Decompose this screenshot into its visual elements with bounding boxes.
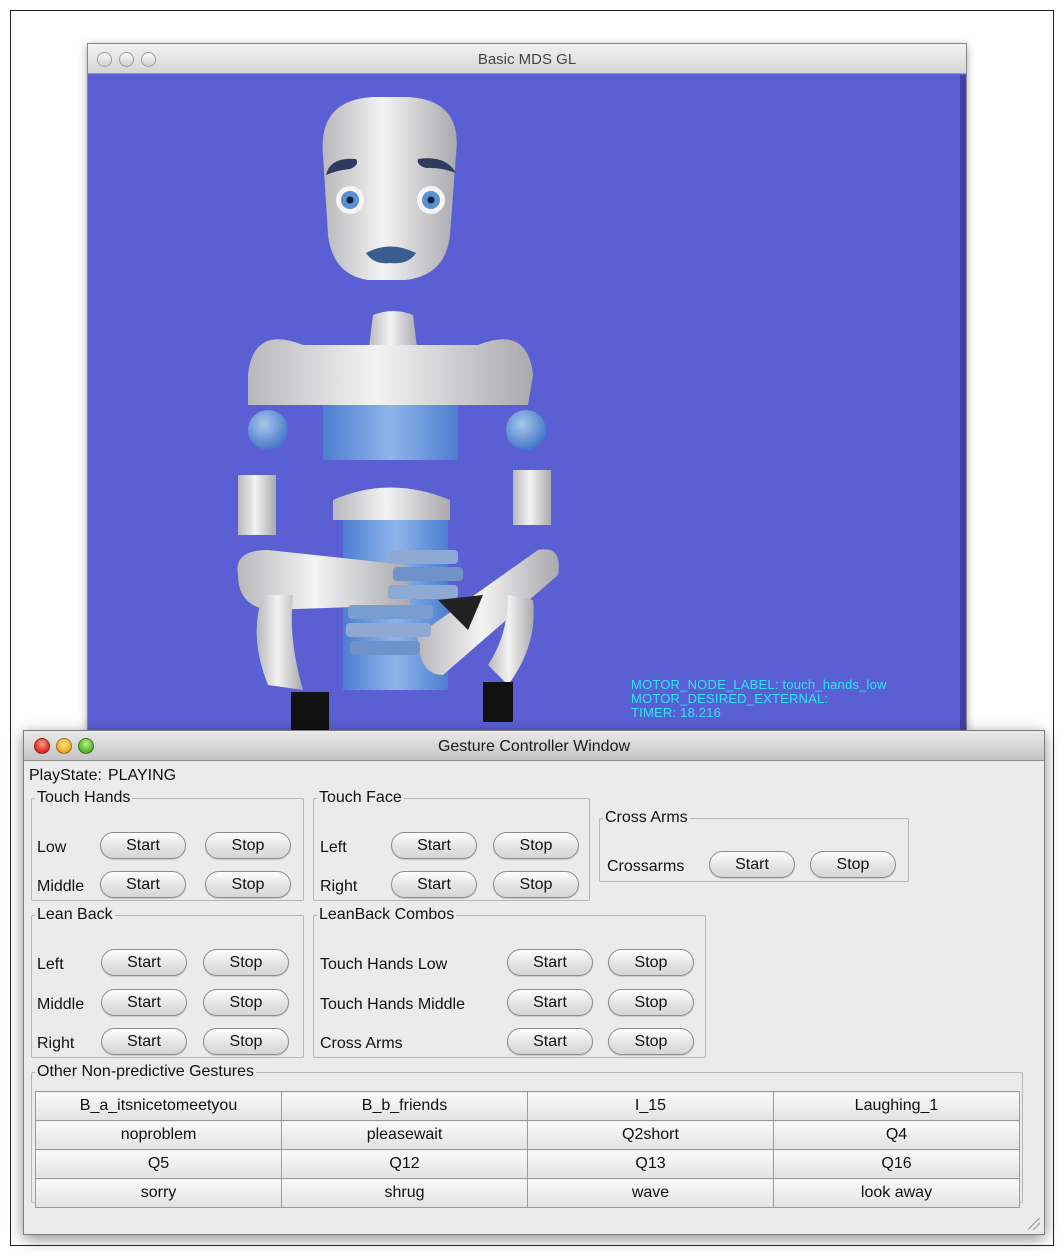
- touch-hands-low-label: Low: [37, 839, 67, 856]
- other-gestures-legend: Other Non-predictive Gestures: [37, 1063, 254, 1080]
- lean-back-right-stop-button[interactable]: Stop: [203, 1028, 289, 1055]
- lean-back-left-stop-button[interactable]: Stop: [203, 949, 289, 976]
- gesture-button-shrug[interactable]: shrug: [281, 1178, 528, 1208]
- combo-touch-hands-low-label: Touch Hands Low: [320, 956, 448, 973]
- combo-touch-hands-low-start-button[interactable]: Start: [507, 949, 593, 976]
- combo-touch-hands-middle-start-button[interactable]: Start: [507, 989, 593, 1016]
- cross-arms-legend: Cross Arms: [605, 809, 688, 826]
- lean-back-right-label: Right: [37, 1035, 75, 1052]
- gesture-button-pleasewait[interactable]: pleasewait: [281, 1120, 528, 1150]
- basic-mds-gl-window: Basic MDS GL MOTOR_NODE_LABEL: touch_han…: [87, 43, 967, 733]
- leanback-combos-legend: LeanBack Combos: [319, 906, 455, 923]
- combo-touch-hands-middle-label: Touch Hands Middle: [320, 996, 465, 1013]
- touch-hands-group: Touch Hands Low Start Stop Middle Start …: [31, 789, 304, 901]
- touch-face-group: Touch Face Left Start Stop Right Start S…: [313, 789, 590, 901]
- gesture-button-q12[interactable]: Q12: [281, 1149, 528, 1179]
- touch-hands-low-stop-button[interactable]: Stop: [205, 832, 291, 859]
- playstate-value: PLAYING: [107, 767, 177, 784]
- robot-waist: [333, 487, 450, 520]
- lean-back-left-start-button[interactable]: Start: [101, 949, 187, 976]
- left-base: [256, 595, 303, 690]
- cross-arms-group: Cross Arms Crossarms Start Stop: [599, 809, 909, 882]
- gesture-controller-window: Gesture Controller Window PlayState: PLAY…: [23, 730, 1045, 1235]
- touch-hands-middle-stop-button[interactable]: Stop: [205, 871, 291, 898]
- lean-back-middle-stop-button[interactable]: Stop: [203, 989, 289, 1016]
- robot-render: [237, 97, 559, 732]
- touch-face-left-start-button[interactable]: Start: [391, 832, 477, 859]
- left-upper-arm: [238, 475, 276, 535]
- gesture-button-b-a-itsnicetomeetyou[interactable]: B_a_itsnicetomeetyou: [35, 1091, 282, 1121]
- left-wheel: [291, 692, 329, 732]
- robot-3d-viewport[interactable]: MOTOR_NODE_LABEL: touch_hands_low MOTOR_…: [88, 75, 966, 732]
- touch-hands-middle-label: Middle: [37, 878, 85, 895]
- touch-face-right-start-button[interactable]: Start: [391, 871, 477, 898]
- right-wheel: [483, 682, 513, 722]
- gesture-button-q4[interactable]: Q4: [773, 1120, 1020, 1150]
- left-shoulder-joint: [248, 410, 288, 450]
- lean-back-group: Lean Back Left Start Stop Middle Start S…: [31, 906, 304, 1058]
- combo-cross-arms-start-button[interactable]: Start: [507, 1028, 593, 1055]
- touch-hands-legend: Touch Hands: [37, 789, 131, 806]
- gesture-row: noproblem pleasewait Q2short Q4: [35, 1120, 1020, 1150]
- gesture-row: Q5 Q12 Q13 Q16: [35, 1149, 1020, 1179]
- lean-back-left-label: Left: [37, 956, 64, 973]
- leanback-combos-group: LeanBack Combos Touch Hands Low Start St…: [313, 906, 706, 1058]
- gesture-button-look-away[interactable]: look away: [773, 1178, 1020, 1208]
- gesture-row: sorry shrug wave look away: [35, 1178, 1020, 1208]
- gl-window-titlebar[interactable]: Basic MDS GL: [88, 44, 966, 74]
- touch-face-left-label: Left: [320, 839, 347, 856]
- combo-cross-arms-label: Cross Arms: [320, 1035, 403, 1052]
- motor-desired-external: MOTOR_DESIRED_EXTERNAL:: [631, 691, 829, 706]
- touch-face-legend: Touch Face: [319, 789, 402, 806]
- combo-cross-arms-stop-button[interactable]: Stop: [608, 1028, 694, 1055]
- gesture-row: B_a_itsnicetomeetyou B_b_friends I_15 La…: [35, 1091, 1020, 1121]
- combo-touch-hands-low-stop-button[interactable]: Stop: [608, 949, 694, 976]
- touch-face-right-label: Right: [320, 878, 358, 895]
- gesture-button-q5[interactable]: Q5: [35, 1149, 282, 1179]
- gesture-button-sorry[interactable]: sorry: [35, 1178, 282, 1208]
- motor-node-label: MOTOR_NODE_LABEL: touch_hands_low: [631, 677, 887, 692]
- gesture-button-laughing-1[interactable]: Laughing_1: [773, 1091, 1020, 1121]
- playstate-status: PlayState: PLAYING: [29, 767, 182, 785]
- resize-grip-icon[interactable]: [1028, 1218, 1040, 1230]
- gc-window-title: Gesture Controller Window: [437, 738, 631, 755]
- touch-hands-low-start-button[interactable]: Start: [100, 832, 186, 859]
- robot-shoulders: [248, 339, 533, 405]
- gl-window-edge: [960, 75, 966, 732]
- gesture-button-q13[interactable]: Q13: [527, 1149, 774, 1179]
- lean-back-middle-start-button[interactable]: Start: [101, 989, 187, 1016]
- right-upper-arm: [513, 470, 551, 525]
- gesture-button-b-b-friends[interactable]: B_b_friends: [281, 1091, 528, 1121]
- robot-chest: [323, 405, 458, 460]
- lean-back-right-start-button[interactable]: Start: [101, 1028, 187, 1055]
- left-pupil: [346, 196, 354, 204]
- gesture-button-q2short[interactable]: Q2short: [527, 1120, 774, 1150]
- gesture-button-i-15[interactable]: I_15: [527, 1091, 774, 1121]
- touch-face-right-stop-button[interactable]: Stop: [493, 871, 579, 898]
- lean-back-middle-label: Middle: [37, 996, 85, 1013]
- gesture-button-q16[interactable]: Q16: [773, 1149, 1020, 1179]
- timer-readout: TIMER: 18.216: [631, 705, 722, 720]
- lean-back-legend: Lean Back: [37, 906, 113, 923]
- playstate-label: PlayState:: [29, 767, 102, 784]
- gesture-button-wave[interactable]: wave: [527, 1178, 774, 1208]
- other-gestures-button-grid: B_a_itsnicetomeetyou B_b_friends I_15 La…: [35, 1091, 1020, 1208]
- gl-window-title: Basic MDS GL: [477, 51, 577, 68]
- crossarms-stop-button[interactable]: Stop: [810, 851, 896, 878]
- gc-window-titlebar[interactable]: Gesture Controller Window: [24, 731, 1044, 761]
- touch-face-left-stop-button[interactable]: Stop: [493, 832, 579, 859]
- right-pupil: [427, 196, 435, 204]
- crossarms-start-button[interactable]: Start: [709, 851, 795, 878]
- crossarms-label: Crossarms: [607, 858, 685, 875]
- combo-touch-hands-middle-stop-button[interactable]: Stop: [608, 989, 694, 1016]
- gesture-button-noproblem[interactable]: noproblem: [35, 1120, 282, 1150]
- right-shoulder-joint: [506, 410, 546, 450]
- touch-hands-middle-start-button[interactable]: Start: [100, 871, 186, 898]
